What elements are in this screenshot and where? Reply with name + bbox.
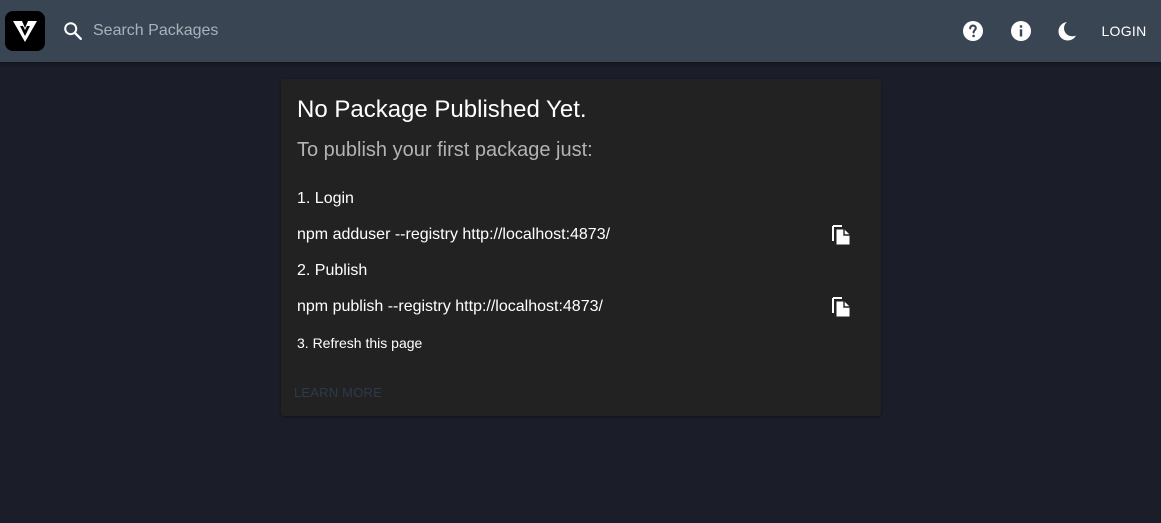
step-publish-label: 2. Publish bbox=[297, 262, 368, 279]
card-subtitle: To publish your first package just: bbox=[297, 139, 593, 161]
app-bar: LOGIN bbox=[0, 0, 1161, 62]
help-circle-icon[interactable] bbox=[961, 19, 985, 43]
copy-icon[interactable] bbox=[829, 222, 853, 246]
empty-state-card: No Package Published Yet. To publish you… bbox=[281, 79, 881, 416]
adduser-command: npm adduser --registry http://localhost:… bbox=[297, 226, 611, 243]
learn-more-link[interactable]: LEARN MORE bbox=[294, 385, 382, 400]
moon-icon[interactable] bbox=[1056, 19, 1080, 43]
search-icon bbox=[62, 20, 84, 42]
info-icon[interactable] bbox=[1009, 19, 1033, 43]
publish-command: npm publish --registry http://localhost:… bbox=[297, 298, 603, 315]
step-login-label: 1. Login bbox=[297, 190, 354, 207]
verdaccio-logo-icon[interactable] bbox=[5, 11, 45, 51]
step-refresh-label: 3. Refresh this page bbox=[297, 335, 423, 351]
card-title: No Package Published Yet. bbox=[297, 96, 587, 123]
copy-icon[interactable] bbox=[829, 294, 853, 318]
login-button[interactable]: LOGIN bbox=[1093, 14, 1155, 48]
search-input[interactable] bbox=[93, 18, 593, 44]
